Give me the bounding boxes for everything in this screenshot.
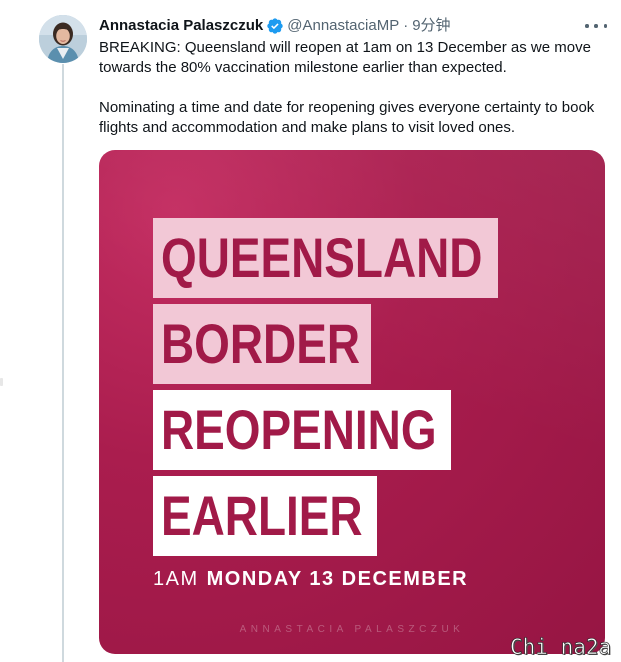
- user-handle[interactable]: @AnnastaciaMP: [287, 16, 399, 36]
- more-options-icon[interactable]: [585, 16, 607, 36]
- scroll-edge-mark: [0, 378, 3, 386]
- header-separator: ·: [403, 17, 409, 34]
- headline-line: EARLIER: [153, 476, 377, 556]
- headline-text: EARLIER: [161, 484, 363, 547]
- headline-text: QUEENSLAND: [161, 226, 483, 289]
- tweet-paragraph: BREAKING: Queensland will reopen at 1am …: [99, 39, 591, 76]
- display-name[interactable]: Annastacia Palaszczuk: [99, 16, 263, 36]
- verified-badge-icon: [266, 17, 284, 35]
- tweet-timestamp[interactable]: 9分钟: [412, 16, 450, 36]
- tweet-paragraph: Nominating a time and date for reopening…: [99, 99, 595, 136]
- headline-line: BORDER: [153, 304, 371, 384]
- thread-line: [62, 64, 64, 662]
- headline-text: BORDER: [161, 312, 361, 375]
- reopening-time: 1AM: [153, 567, 199, 590]
- reopening-day: MONDAY 13 DECEMBER: [206, 567, 469, 590]
- headline-line: REOPENING: [153, 390, 451, 470]
- tweet-media-image[interactable]: QUEENSLAND BORDER REOPENING EARLIER 1AM …: [99, 150, 605, 654]
- tweet-header: Annastacia Palaszczuk @AnnastaciaMP · 9分…: [99, 16, 451, 36]
- headline-line: QUEENSLAND: [153, 218, 498, 298]
- avatar-photo: [39, 15, 87, 63]
- avatar[interactable]: [39, 15, 87, 63]
- watermark: Chi na2a: [510, 635, 612, 660]
- headline-text: REOPENING: [161, 398, 437, 461]
- tweet-text: BREAKING: Queensland will reopen at 1am …: [99, 38, 609, 138]
- reopening-date: 1AM MONDAY 13 DECEMBER: [153, 566, 468, 592]
- tweet-page: Annastacia Palaszczuk @AnnastaciaMP · 9分…: [0, 0, 621, 662]
